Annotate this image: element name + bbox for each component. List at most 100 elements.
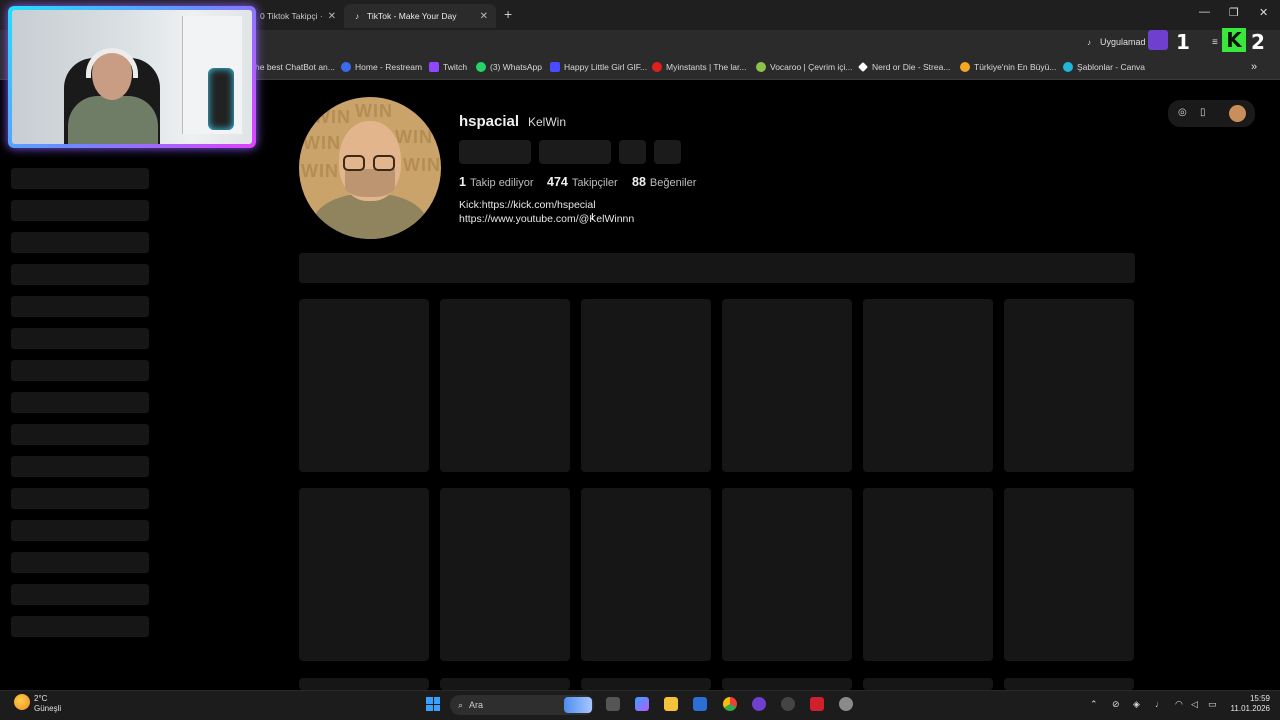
bookmark-twitch[interactable]: Twitch: [429, 62, 467, 72]
sidebar-skeleton: [11, 328, 149, 349]
battery-icon[interactable]: ▭: [1208, 699, 1217, 710]
bookmark-label: Twitch: [443, 62, 468, 72]
file-explorer-icon[interactable]: [664, 697, 678, 711]
apps-label: Uygulamad: [1100, 37, 1146, 47]
text-cursor-icon: I: [591, 212, 594, 223]
bookmark-myinstants[interactable]: Myinstants | The lar...: [652, 62, 746, 72]
message-button-skeleton: [539, 140, 611, 164]
close-tab-icon[interactable]: ✕: [480, 11, 488, 22]
avatar-watermark: WIN: [403, 155, 441, 175]
video-tile-skeleton: [863, 678, 993, 690]
stat-value: 88: [632, 175, 646, 189]
bookmark-nerd-or-die[interactable]: Nerd or Die - Strea...: [858, 62, 950, 72]
settings-gear-icon[interactable]: [839, 697, 853, 711]
sidebar-skeleton: [11, 424, 149, 445]
canva-icon: [1063, 62, 1073, 72]
bookmark-label: Myinstants | The lar...: [666, 62, 747, 72]
taskbar-search[interactable]: ⌕ Ara: [450, 695, 594, 715]
restream-icon: [341, 62, 351, 72]
whatsapp-icon: [476, 62, 486, 72]
weather-desc: Güneşli: [34, 704, 62, 713]
copilot-icon[interactable]: [635, 697, 649, 711]
obs-icon[interactable]: [781, 697, 795, 711]
bookmark-vocaroo[interactable]: Vocaroo | Çevrim içi...: [756, 62, 853, 72]
bookmark-turkiye[interactable]: Türkiye'nin En Büyü...: [960, 62, 1056, 72]
windows-start-icon[interactable]: [426, 697, 440, 711]
volume-icon[interactable]: ◁: [1191, 699, 1198, 710]
avatar-watermark: WIN: [355, 101, 393, 121]
avatar-glasses: [373, 155, 395, 171]
weather-widget[interactable]: 2°C Güneşli: [34, 694, 61, 714]
bookmark-label: Türkiye'nin En Büyü...: [974, 62, 1057, 72]
video-tile-skeleton: [722, 299, 852, 472]
opera-icon[interactable]: [810, 697, 824, 711]
tray-overflow-icon[interactable]: ⌃: [1090, 699, 1098, 710]
video-tile-skeleton: [440, 678, 570, 690]
sidebar-skeleton: [11, 200, 149, 221]
bookmark-label: (3) WhatsApp: [490, 62, 542, 72]
following-count[interactable]: 1 Takip ediliyor: [459, 175, 534, 189]
apps-bookmark[interactable]: ♪ Uygulamad: [1087, 37, 1146, 47]
gif-icon: [550, 62, 560, 72]
video-tile-skeleton: [1004, 678, 1134, 690]
chrome-icon[interactable]: [723, 697, 737, 711]
bookmark-gif[interactable]: Happy Little Girl GIF...: [550, 62, 647, 72]
avatar-watermark: WIN: [395, 127, 433, 147]
sidebar-skeleton: [11, 168, 149, 189]
sidebar-skeleton: [11, 552, 149, 573]
device-icon[interactable]: ▯: [1200, 107, 1206, 118]
profile-username: hspacial: [459, 113, 520, 130]
explore-icon[interactable]: ◎: [1178, 107, 1187, 118]
new-tab-button[interactable]: +: [504, 6, 512, 22]
avatar-watermark: WIN: [301, 161, 339, 181]
followers-count[interactable]: 474 Takipçiler: [547, 175, 618, 189]
video-tile-skeleton: [581, 299, 711, 472]
turkiye-icon: [960, 62, 970, 72]
sidebar-skeleton: [11, 488, 149, 509]
browser-tab-tiktok[interactable]: ♪ TikTok - Make Your Day ✕: [344, 4, 496, 28]
bookmarks-more-icon[interactable]: »: [1251, 61, 1257, 73]
restore-icon[interactable]: ❐: [1229, 6, 1239, 19]
close-window-icon[interactable]: ✕: [1259, 6, 1268, 19]
profile-nickname: KelWin: [528, 115, 567, 129]
bookmark-canva[interactable]: Şablonlar - Canva: [1063, 62, 1145, 72]
video-tile-skeleton: [440, 488, 570, 661]
action-button-skeleton: [619, 140, 646, 164]
weather-sun-icon[interactable]: [14, 694, 30, 710]
bookmark-label: he best ChatBot an...: [255, 62, 335, 72]
browser-tab-tiktok-takipci[interactable]: 0 Tiktok Takipçi · ✕: [252, 4, 344, 28]
video-tile-skeleton: [581, 678, 711, 690]
action-button-skeleton: [654, 140, 681, 164]
bookmark-label: Home - Restream: [355, 62, 423, 72]
security-icon[interactable]: ◈: [1133, 699, 1140, 710]
video-tile-skeleton: [299, 678, 429, 690]
bookmark-chatbot[interactable]: he best ChatBot an...: [255, 62, 335, 72]
task-view-icon[interactable]: [606, 697, 620, 711]
video-tile-skeleton: [722, 488, 852, 661]
taskbar-clock[interactable]: 15:59 11.01.2026: [1228, 694, 1270, 714]
nerd-or-die-icon: [858, 62, 868, 72]
tiktok-icon: ♪: [355, 11, 359, 21]
profile-avatar[interactable]: WIN WIN WIN WIN WIN WIN: [299, 97, 441, 239]
chat-app-icon[interactable]: [752, 697, 766, 711]
minimize-icon[interactable]: —: [1199, 6, 1210, 18]
microphone-tray-icon[interactable]: ♩: [1155, 699, 1164, 709]
user-avatar[interactable]: [1229, 105, 1246, 122]
video-tile-skeleton: [1004, 299, 1134, 472]
bookmark-label: Vocaroo | Çevrim içi...: [770, 62, 853, 72]
video-tile-skeleton: [440, 299, 570, 472]
wifi-icon[interactable]: ◠: [1175, 699, 1183, 710]
kick-logo-icon: K: [1222, 28, 1246, 52]
store-icon[interactable]: [693, 697, 707, 711]
bookmark-whatsapp[interactable]: (3) WhatsApp: [476, 62, 542, 72]
overlay-counter-right: 2: [1251, 30, 1265, 54]
sidebar-skeleton: [11, 520, 149, 541]
avatar-watermark: WIN: [313, 107, 351, 127]
search-highlight-icon: [564, 697, 592, 713]
sidebar-skeleton: [11, 616, 149, 637]
close-tab-icon[interactable]: ✕: [328, 11, 336, 22]
network-off-icon[interactable]: ⊘: [1112, 699, 1120, 710]
bookmark-restream[interactable]: Home - Restream: [341, 62, 422, 72]
sidebar-skeleton: [11, 392, 149, 413]
video-tile-skeleton: [1004, 488, 1134, 661]
